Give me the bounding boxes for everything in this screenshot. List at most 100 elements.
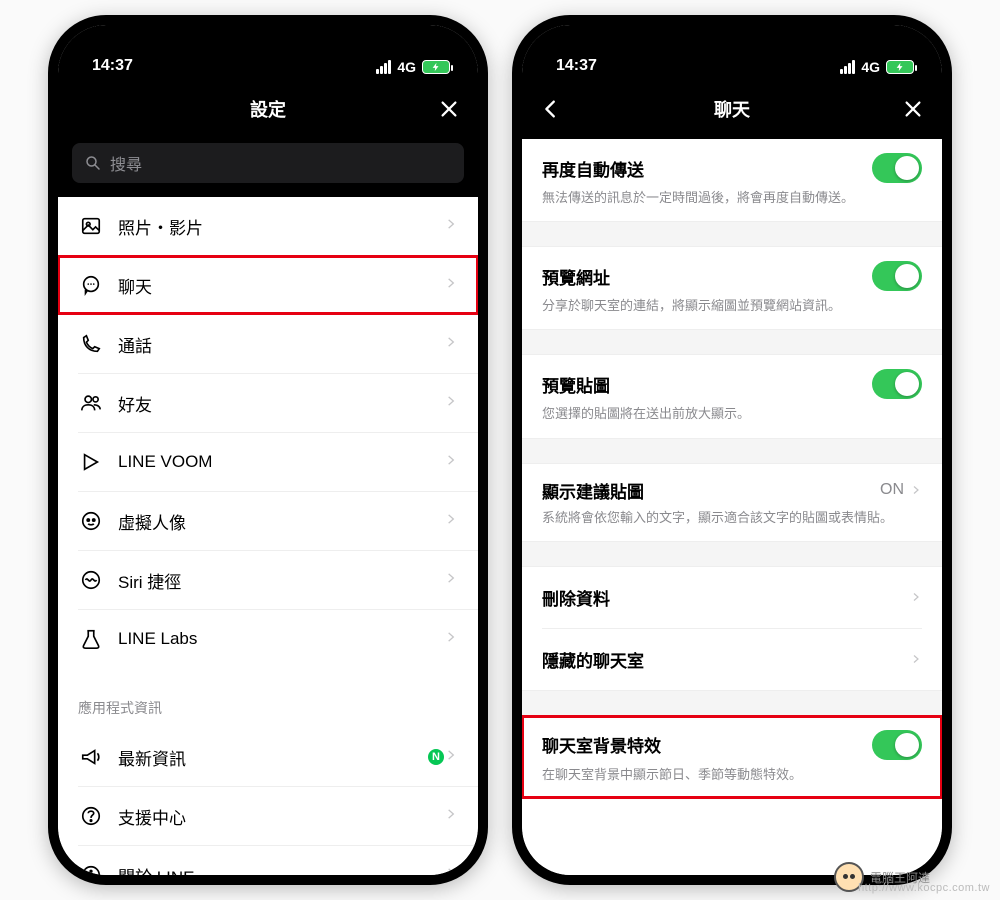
image-video-icon [78,215,104,237]
setting-title: 刪除資料 [542,585,610,610]
row-label: 照片・影片 [118,214,444,239]
chevron-right-icon [910,484,922,496]
settings-row-6[interactable]: Siri 捷徑 [58,551,478,609]
new-badge: N [428,749,444,765]
help-icon [78,805,104,827]
setting-title: 預覽網址 [542,264,610,289]
chat-setting-2: 預覽貼圖您選擇的貼圖將在送出前放大顯示。 [522,355,942,437]
settings-row-1[interactable]: 聊天 [58,256,478,314]
phone-settings: 14:37 4G 設定 搜尋 照片・影片聊天通話好友 LINE VOOM 虛擬人像 S… [48,15,488,885]
chevron-right-icon [444,217,458,236]
network-label: 4G [861,59,880,75]
chevron-right-icon [444,571,458,590]
voom-icon [78,451,104,473]
section-title: 應用程式資訊 [58,698,478,728]
phone-screen: 14:37 4G 聊天 再度自動傳送無法傳送的訊息於一定時間過後，將會再度自動傳… [522,25,942,875]
watermark: http://www.kocpc.com.tw [858,882,990,894]
chevron-right-icon [444,453,458,472]
row-label: LINE Labs [118,629,444,649]
call-icon [78,333,104,355]
chat-setting-6: 聊天室背景特效在聊天室背景中顯示節日、季節等動態特效。 [522,716,942,798]
row-label: 好友 [118,391,444,416]
friends-icon [78,392,104,414]
phone-chat-settings: 14:37 4G 聊天 再度自動傳送無法傳送的訊息於一定時間過後，將會再度自動傳… [512,15,952,885]
nav-header: 聊天 [522,79,942,139]
settings-row-5[interactable]: 虛擬人像 [58,492,478,550]
battery-icon [422,60,450,74]
chevron-right-icon [444,276,458,295]
close-button[interactable] [420,79,478,139]
search-input[interactable]: 搜尋 [72,143,464,183]
settings-list: 照片・影片聊天通話好友 LINE VOOM 虛擬人像 Siri 捷徑 LINE Labs… [58,197,478,875]
appinfo-row-2[interactable]: 關於 LINE [58,846,478,875]
row-label: 通話 [118,332,444,357]
dynamic-island [674,39,790,71]
toggle-switch[interactable] [872,153,922,183]
chevron-right-icon [444,335,458,354]
signal-icon [376,60,391,74]
chevron-right-icon [444,748,458,767]
nav-header: 設定 [58,79,478,139]
chevron-right-icon [444,512,458,531]
setting-sub: 您選擇的貼圖將在送出前放大顯示。 [542,405,922,423]
row-label: 關於 LINE [118,863,444,876]
setting-title: 預覽貼圖 [542,372,610,397]
network-label: 4G [397,59,416,75]
row-label: LINE VOOM [118,452,444,472]
status-right: 4G [376,59,450,75]
chat-setting-4[interactable]: 刪除資料 [522,567,942,628]
chat-settings-list: 再度自動傳送無法傳送的訊息於一定時間過後，將會再度自動傳送。預覽網址分享於聊天室… [522,139,942,875]
close-icon [902,98,924,120]
setting-value: ON [880,481,922,499]
chevron-right-icon [910,591,922,603]
setting-title: 隱藏的聊天室 [542,647,644,672]
setting-title: 聊天室背景特效 [542,732,661,757]
row-label: 支援中心 [118,804,444,829]
status-time: 14:37 [92,57,133,75]
appinfo-row-1[interactable]: 支援中心 [58,787,478,845]
settings-row-2[interactable]: 通話 [58,315,478,373]
signal-icon [840,60,855,74]
chevron [910,591,922,603]
dynamic-island [210,39,326,71]
appinfo-row-0[interactable]: 最新資訊 N [58,728,478,786]
chevron-right-icon [444,630,458,649]
siri-icon [78,569,104,591]
search-placeholder: 搜尋 [110,151,142,175]
setting-title: 再度自動傳送 [542,156,644,181]
status-right: 4G [840,59,914,75]
chat-setting-0: 再度自動傳送無法傳送的訊息於一定時間過後，將會再度自動傳送。 [522,139,942,221]
chevron-left-icon [540,98,562,120]
search-icon [84,154,102,172]
page-title: 設定 [250,96,286,122]
chat-setting-1: 預覽網址分享於聊天室的連結，將顯示縮圖並預覽網站資訊。 [522,247,942,329]
row-label: Siri 捷徑 [118,568,444,593]
close-icon [438,98,460,120]
phone-screen: 14:37 4G 設定 搜尋 照片・影片聊天通話好友 LINE VOOM 虛擬人像 S… [58,25,478,875]
toggle-switch[interactable] [872,369,922,399]
chevron-right-icon [910,653,922,665]
avatar-icon [78,510,104,532]
chat-setting-5[interactable]: 隱藏的聊天室 [522,629,942,690]
settings-row-7[interactable]: LINE Labs [58,610,478,668]
chevron-right-icon [444,807,458,826]
setting-title: 顯示建議貼圖 [542,478,644,503]
setting-sub: 系統將會依您輸入的文字，顯示適合該文字的貼圖或表情貼。 [542,509,922,527]
chat-icon [78,274,104,296]
close-button[interactable] [884,79,942,139]
settings-row-0[interactable]: 照片・影片 [58,197,478,255]
battery-icon [886,60,914,74]
chat-setting-3[interactable]: 顯示建議貼圖 ON 系統將會依您輸入的文字，顯示適合該文字的貼圖或表情貼。 [522,464,942,541]
back-button[interactable] [522,79,580,139]
toggle-switch[interactable] [872,730,922,760]
page-title: 聊天 [714,96,750,122]
toggle-switch[interactable] [872,261,922,291]
chevron-right-icon [444,866,458,876]
settings-row-3[interactable]: 好友 [58,374,478,432]
row-label: 虛擬人像 [118,509,444,534]
labs-icon [78,628,104,650]
row-label: 最新資訊 [118,745,422,770]
status-time: 14:37 [556,57,597,75]
settings-row-4[interactable]: LINE VOOM [58,433,478,491]
chevron-right-icon [444,394,458,413]
